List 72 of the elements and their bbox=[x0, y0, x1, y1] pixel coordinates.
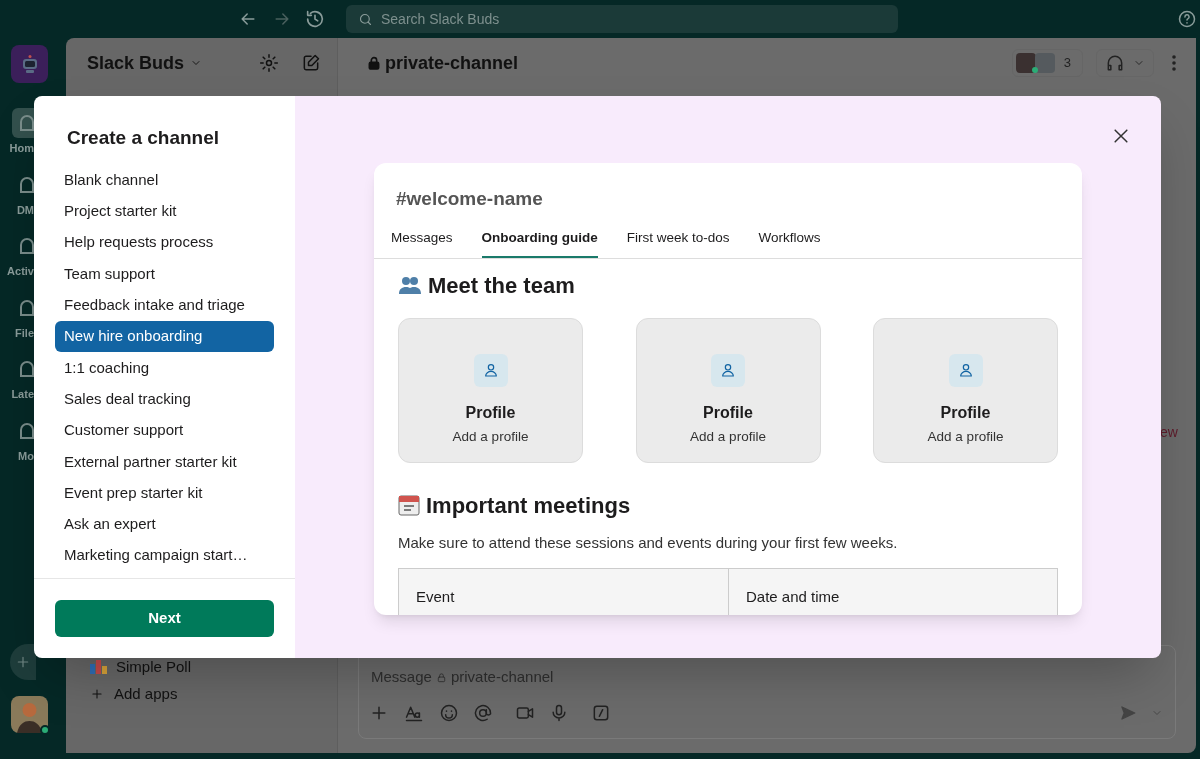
member-count: 3 bbox=[1063, 54, 1071, 73]
avatar[interactable] bbox=[11, 696, 48, 733]
people-icon bbox=[398, 275, 422, 296]
profile-card[interactable]: Profile Add a profile bbox=[398, 317, 583, 463]
poll-icon bbox=[90, 660, 108, 674]
plus-icon bbox=[15, 654, 31, 670]
template-item[interactable]: External partner starter kit bbox=[55, 446, 274, 478]
profile-title: Profile bbox=[465, 402, 516, 423]
template-item[interactable]: 1:1 coaching bbox=[55, 352, 274, 384]
profile-icon bbox=[711, 353, 745, 387]
headphones-icon bbox=[1105, 53, 1125, 73]
rail-label: Activ bbox=[6, 264, 34, 279]
rail-label: File bbox=[14, 325, 34, 341]
mention-icon[interactable] bbox=[473, 702, 493, 723]
profile-subtitle: Add a profile bbox=[452, 427, 529, 446]
rail-label: Mo bbox=[17, 448, 34, 464]
message-text-fragment: ew bbox=[1160, 423, 1178, 442]
template-item[interactable]: Feedback intake and triage bbox=[55, 289, 274, 321]
template-item[interactable]: Blank channel bbox=[55, 164, 274, 196]
rail-label: DM bbox=[15, 202, 34, 218]
composer-channel: private-channel bbox=[450, 667, 554, 687]
preview-tab[interactable]: Workflows bbox=[758, 227, 821, 258]
rail-icon-button[interactable] bbox=[12, 108, 34, 138]
preview-tab[interactable]: Messages bbox=[391, 227, 453, 258]
preview-tab[interactable]: First week to-dos bbox=[626, 227, 730, 258]
template-item[interactable]: New hire onboarding bbox=[55, 321, 274, 353]
template-item[interactable]: Marketing campaign start… bbox=[55, 540, 274, 572]
table-header-cell: Date and time bbox=[746, 588, 840, 606]
emoji-icon[interactable] bbox=[439, 702, 459, 723]
help-icon[interactable] bbox=[1177, 9, 1197, 29]
table-header-cell: Event bbox=[416, 588, 455, 606]
template-item[interactable]: Event prep starter kit bbox=[55, 477, 274, 509]
channel-title[interactable]: private-channel bbox=[385, 49, 519, 77]
profile-card[interactable]: Profile Add a profile bbox=[873, 317, 1058, 463]
template-item[interactable]: Customer support bbox=[55, 414, 274, 447]
member-avatars-icon bbox=[1015, 52, 1056, 74]
search-icon bbox=[358, 12, 373, 27]
profile-icon bbox=[948, 353, 983, 387]
rail-label: Hom bbox=[8, 141, 34, 156]
template-item[interactable]: Help requests process bbox=[55, 227, 274, 259]
compose-icon[interactable] bbox=[301, 53, 321, 73]
template-item[interactable]: Project starter kit bbox=[55, 195, 274, 228]
history-icon[interactable] bbox=[304, 8, 326, 30]
dialog-title: Create a channel bbox=[67, 126, 221, 150]
plus-icon bbox=[90, 687, 104, 701]
rail-label: Late bbox=[10, 387, 34, 402]
profile-title: Profile bbox=[703, 402, 753, 423]
next-button[interactable]: Next bbox=[55, 600, 274, 637]
template-item[interactable]: Sales deal tracking bbox=[55, 383, 274, 415]
preview-tab[interactable]: Onboarding guide bbox=[481, 227, 598, 258]
profile-subtitle: Add a profile bbox=[927, 427, 1004, 446]
preview-channel-name: #welcome-name bbox=[396, 187, 544, 211]
lock-icon bbox=[435, 671, 447, 683]
template-item[interactable]: Ask an expert bbox=[55, 508, 274, 541]
profile-card[interactable]: Profile Add a profile bbox=[635, 317, 821, 463]
search-field[interactable]: Search Slack Buds bbox=[346, 5, 898, 33]
section-heading: Important meetings bbox=[426, 491, 631, 520]
profile-title: Profile bbox=[940, 402, 991, 423]
profile-subtitle: Add a profile bbox=[690, 427, 766, 446]
section-heading: Meet the team bbox=[428, 271, 575, 300]
workspace-logo[interactable] bbox=[11, 45, 48, 83]
send-icon[interactable] bbox=[1119, 703, 1137, 722]
more-icon[interactable] bbox=[1172, 55, 1176, 71]
profile-icon bbox=[473, 353, 508, 387]
calendar-icon bbox=[398, 494, 420, 517]
lock-icon bbox=[366, 55, 382, 71]
section-description: Make sure to attend these sessions and events during your first few weeks. bbox=[398, 532, 899, 553]
template-item[interactable]: Team support bbox=[55, 258, 274, 290]
online-status-icon bbox=[40, 725, 50, 735]
add-workspace-button[interactable] bbox=[10, 644, 36, 680]
huddle-button[interactable] bbox=[1096, 49, 1154, 77]
microphone-icon[interactable] bbox=[549, 702, 569, 723]
